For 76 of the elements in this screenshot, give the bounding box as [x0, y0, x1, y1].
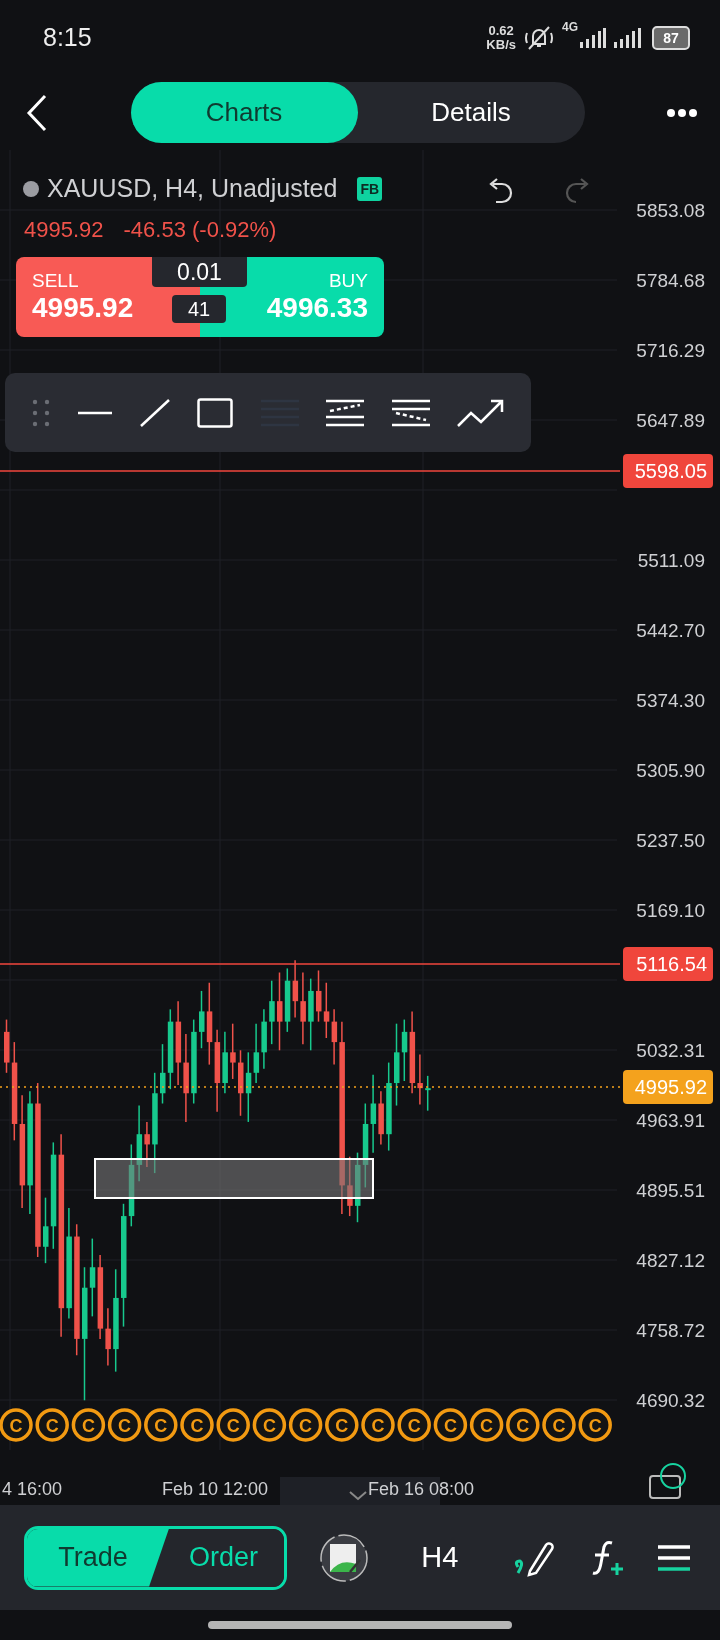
price-change: -46.53 (-0.92%) — [123, 217, 277, 243]
axis-label: 5511.09 — [637, 550, 705, 571]
event-marker: C — [107, 1408, 142, 1442]
event-marker: C — [361, 1408, 395, 1442]
candle — [230, 1022, 236, 1080]
event-marker: C — [397, 1408, 431, 1442]
diagonal-line-icon[interactable] — [139, 398, 170, 427]
status-dot-icon — [23, 180, 39, 197]
lot-size-field[interactable]: 0.01 — [152, 257, 247, 287]
axis-label: 5853.08 — [636, 200, 705, 221]
axis-label: 5442.70 — [636, 620, 705, 641]
event-marker: C — [0, 1408, 33, 1442]
axis-label: 4827.12 — [636, 1250, 705, 1271]
timeframe-button[interactable]: H4 — [401, 1541, 479, 1574]
axis-label: 5647.89 — [636, 410, 705, 431]
event-marker: C — [144, 1408, 178, 1442]
candle — [347, 1155, 353, 1217]
signal-icon — [614, 27, 644, 48]
axis-label: 5716.29 — [636, 340, 705, 361]
menu-icon[interactable] — [657, 1543, 690, 1572]
status-time: 8:15 — [43, 23, 92, 52]
network-speed-unit: KB/s — [486, 37, 516, 52]
mode-tab[interactable]: Trade — [27, 1528, 169, 1587]
rectangle-icon[interactable] — [197, 397, 234, 428]
candle — [269, 979, 275, 1045]
axis-label: 5305.90 — [636, 760, 705, 781]
candle — [425, 1075, 431, 1112]
signal-icon — [580, 27, 606, 48]
last-price: 4995.92 — [24, 217, 104, 243]
channel-icon[interactable] — [391, 398, 430, 427]
broken-image-icon[interactable] — [320, 1533, 369, 1582]
axis-label: Feb 16 08:00 — [368, 1479, 475, 1499]
event-marker: C — [506, 1408, 540, 1442]
symbol-badge: FB — [357, 176, 383, 201]
axis-label: 4690.32 — [636, 1390, 705, 1411]
event-marker: C — [542, 1408, 576, 1442]
axis-label: 5169.10 — [636, 900, 705, 921]
event-marker: C — [578, 1408, 612, 1442]
axis-label: Feb 10 12:00 — [162, 1479, 269, 1499]
zone-rectangle[interactable] — [94, 1158, 374, 1199]
muted-bell-icon — [524, 24, 554, 51]
horizontal-line-icon[interactable] — [78, 410, 113, 415]
screenshot-icon[interactable] — [649, 1463, 686, 1499]
price-tag: 5598.05 — [623, 454, 713, 488]
event-marker: C — [288, 1408, 323, 1442]
view-tab[interactable]: Charts — [130, 82, 358, 143]
event-marker: C — [71, 1408, 106, 1442]
price-tag: 5116.54 — [623, 947, 713, 981]
event-marker: C — [35, 1408, 69, 1442]
trend-arrow-icon[interactable] — [457, 397, 506, 428]
battery-indicator: 87 — [652, 25, 690, 50]
event-marker: C — [180, 1408, 214, 1442]
event-marker: C — [469, 1408, 504, 1442]
network-speed: 0.62 — [488, 23, 514, 38]
axis-label: 5374.30 — [636, 690, 705, 711]
axis-label: 4758.72 — [636, 1320, 705, 1341]
event-marker: C — [433, 1408, 468, 1442]
spread-value: 41 — [172, 295, 226, 323]
axis-label: 4 16:00 — [2, 1479, 63, 1499]
more-icon[interactable] — [666, 107, 698, 118]
event-marker: C — [325, 1408, 359, 1442]
axis-label: 4963.91 — [636, 1110, 705, 1131]
axis-label: 5237.50 — [636, 830, 705, 851]
event-marker: C — [252, 1408, 287, 1442]
channel-icon[interactable] — [326, 398, 365, 427]
event-marker: C — [216, 1408, 250, 1442]
axis-label: 4895.51 — [636, 1180, 705, 1201]
drag-handle-icon[interactable] — [30, 398, 51, 427]
axis-label: 5784.68 — [636, 270, 705, 291]
back-icon[interactable] — [25, 92, 49, 133]
network-type: 4G — [562, 19, 578, 34]
view-tab[interactable]: Details — [357, 82, 585, 143]
chevron-down-icon[interactable] — [349, 1491, 367, 1501]
price-tag: 4995.92 — [623, 1070, 713, 1104]
symbol-title: XAUUSD, H4, Unadjusted — [47, 174, 338, 203]
axis-label: 5032.31 — [636, 1040, 705, 1061]
